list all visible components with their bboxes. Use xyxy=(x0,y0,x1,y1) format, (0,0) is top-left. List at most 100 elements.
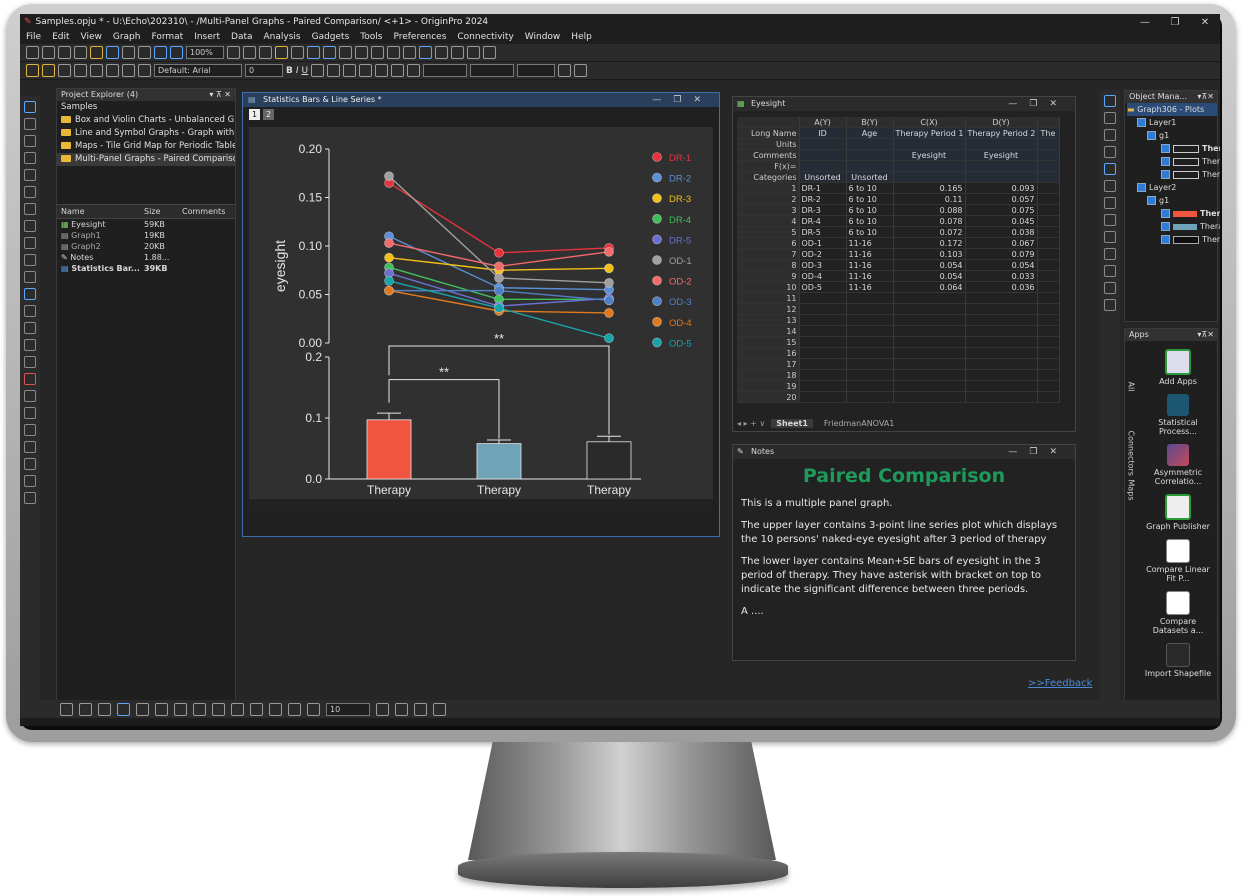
metadata-cell[interactable] xyxy=(893,171,966,183)
equation-icon[interactable] xyxy=(24,322,36,334)
metadata-cell[interactable] xyxy=(799,160,847,172)
cell-period3[interactable] xyxy=(1037,281,1060,293)
cell-period1[interactable]: 0.072 xyxy=(893,226,966,238)
font-size-combo[interactable]: 0 xyxy=(245,64,283,77)
cell-age[interactable] xyxy=(846,314,894,326)
plot-setup-icon[interactable] xyxy=(42,64,55,77)
cell-period2[interactable] xyxy=(965,347,1038,359)
column-header[interactable]: A(Y) xyxy=(799,117,847,128)
draw-data-icon[interactable] xyxy=(24,220,36,232)
file-row-graph1[interactable]: ▤ Graph1 19KB xyxy=(57,230,235,241)
table-icon[interactable] xyxy=(24,407,36,419)
checkbox-icon[interactable] xyxy=(1147,196,1156,205)
cell-period2[interactable] xyxy=(965,292,1038,304)
cell-period3[interactable] xyxy=(1037,358,1060,370)
subscript-icon[interactable] xyxy=(327,64,341,77)
tree-bar-item[interactable]: Thera xyxy=(1127,220,1220,233)
zoom-out-icon[interactable] xyxy=(170,46,183,59)
sort-icon[interactable] xyxy=(371,46,384,59)
cell-period1[interactable]: 0.103 xyxy=(893,248,966,260)
layer-icon[interactable] xyxy=(74,64,87,77)
font-color-icon[interactable] xyxy=(375,64,389,77)
rectangle-tool-icon[interactable] xyxy=(24,288,36,300)
file-row-eyesight[interactable]: ▦ Eyesight 59KB xyxy=(57,219,235,230)
layer-frame-icon[interactable] xyxy=(24,390,36,402)
cell-period3[interactable] xyxy=(1037,237,1060,249)
insert-graph-icon[interactable] xyxy=(24,339,36,351)
superscript-icon[interactable] xyxy=(311,64,325,77)
cell-id[interactable]: DR-3 xyxy=(799,204,847,216)
sheet-nav-icon[interactable]: ◂ ▸ + ∨ xyxy=(737,419,765,428)
cell-period1[interactable]: 0.054 xyxy=(893,270,966,282)
cell-period2[interactable]: 0.067 xyxy=(965,237,1038,249)
row-number[interactable]: 7 xyxy=(737,248,800,260)
tree-plot-item[interactable]: Ther xyxy=(1127,142,1220,155)
new-matrix-icon[interactable] xyxy=(74,46,87,59)
bracket-icon[interactable] xyxy=(24,424,36,436)
cell-age[interactable]: 11-16 xyxy=(846,270,894,282)
cell-age[interactable]: 6 to 10 xyxy=(846,204,894,216)
cell-age[interactable]: 11-16 xyxy=(846,248,894,260)
new-project-icon[interactable] xyxy=(26,46,39,59)
metadata-cell[interactable]: Age xyxy=(846,127,894,139)
zoom-in-icon[interactable] xyxy=(154,46,167,59)
new-graph-icon[interactable] xyxy=(58,46,71,59)
results-log-icon[interactable] xyxy=(307,46,320,59)
row-number[interactable]: 6 xyxy=(737,237,800,249)
cell-period2[interactable]: 0.038 xyxy=(965,226,1038,238)
cell-age[interactable]: 11-16 xyxy=(846,281,894,293)
app-import-shapefile[interactable]: Import Shapefile xyxy=(1143,643,1213,678)
multi-panel-icon[interactable] xyxy=(136,702,149,716)
cell-id[interactable] xyxy=(799,369,847,381)
line-width-combo[interactable] xyxy=(470,64,515,77)
cell-age[interactable]: 11-16 xyxy=(846,237,894,249)
row-number[interactable]: 13 xyxy=(737,314,800,326)
checkbox-icon[interactable] xyxy=(1161,209,1170,218)
folder-line-symbol[interactable]: Line and Symbol Graphs - Graph with Tabl xyxy=(57,127,235,140)
cell-period2[interactable]: 0.036 xyxy=(965,281,1038,293)
checkbox-icon[interactable] xyxy=(1137,183,1146,192)
cell-id[interactable]: DR-4 xyxy=(799,215,847,227)
metadata-cell[interactable]: Therapy Period 2 xyxy=(965,127,1038,139)
folder-box-violin[interactable]: Box and Violin Charts - Unbalanced Group xyxy=(57,114,235,127)
graph-tool-icon[interactable] xyxy=(26,64,39,77)
cell-period3[interactable] xyxy=(1037,270,1060,282)
arrow-right-icon[interactable] xyxy=(483,46,496,59)
line-color-icon[interactable] xyxy=(407,64,421,77)
swap-axes-icon[interactable] xyxy=(1104,146,1116,158)
distribute-icon[interactable] xyxy=(1104,299,1116,311)
anchor-icon[interactable] xyxy=(1104,248,1116,260)
axis-style-icon[interactable] xyxy=(1104,129,1116,141)
metadata-cell[interactable] xyxy=(1037,149,1060,161)
panel-close-icon[interactable]: ▾⊼✕ xyxy=(1197,91,1214,103)
data-reader-icon[interactable] xyxy=(24,169,36,181)
cut-icon[interactable] xyxy=(106,64,119,77)
merge-icon[interactable] xyxy=(90,64,103,77)
menu-help[interactable]: Help xyxy=(571,32,592,42)
cell-period2[interactable] xyxy=(965,369,1038,381)
line-plot-icon[interactable] xyxy=(60,702,73,716)
arrange-layer-icon[interactable] xyxy=(1104,214,1116,226)
screen-reader-icon[interactable] xyxy=(24,152,36,164)
cell-period3[interactable] xyxy=(1037,391,1060,403)
cell-age[interactable] xyxy=(846,380,894,392)
notes-content[interactable]: Paired Comparison This is a multiple pan… xyxy=(741,465,1067,645)
app-add-apps[interactable]: Add Apps xyxy=(1143,349,1213,386)
zoom-icon[interactable] xyxy=(24,118,36,130)
grid-icon[interactable] xyxy=(574,64,588,77)
app-asymmetric-correlation[interactable]: Asymmetric Correlatio... xyxy=(1143,444,1213,486)
cell-period2[interactable] xyxy=(965,391,1038,403)
cell-age[interactable]: 11-16 xyxy=(846,259,894,271)
metadata-cell[interactable] xyxy=(1037,138,1060,150)
cell-period2[interactable]: 0.079 xyxy=(965,248,1038,260)
worksheet-grid[interactable]: A(Y) B(Y) C(X) D(Y) Long Name ID Age Therapy Pe… xyxy=(737,117,1060,403)
perspective-icon[interactable] xyxy=(433,702,446,716)
region-tool-icon[interactable] xyxy=(24,305,36,317)
cell-period1[interactable] xyxy=(893,292,966,304)
cell-period2[interactable]: 0.045 xyxy=(965,215,1038,227)
contour-icon[interactable] xyxy=(250,702,263,716)
cell-period1[interactable]: 0.088 xyxy=(893,204,966,216)
cell-id[interactable] xyxy=(799,347,847,359)
feedback-link[interactable]: >>Feedback xyxy=(1028,678,1092,689)
metadata-cell[interactable]: ID xyxy=(799,127,847,139)
